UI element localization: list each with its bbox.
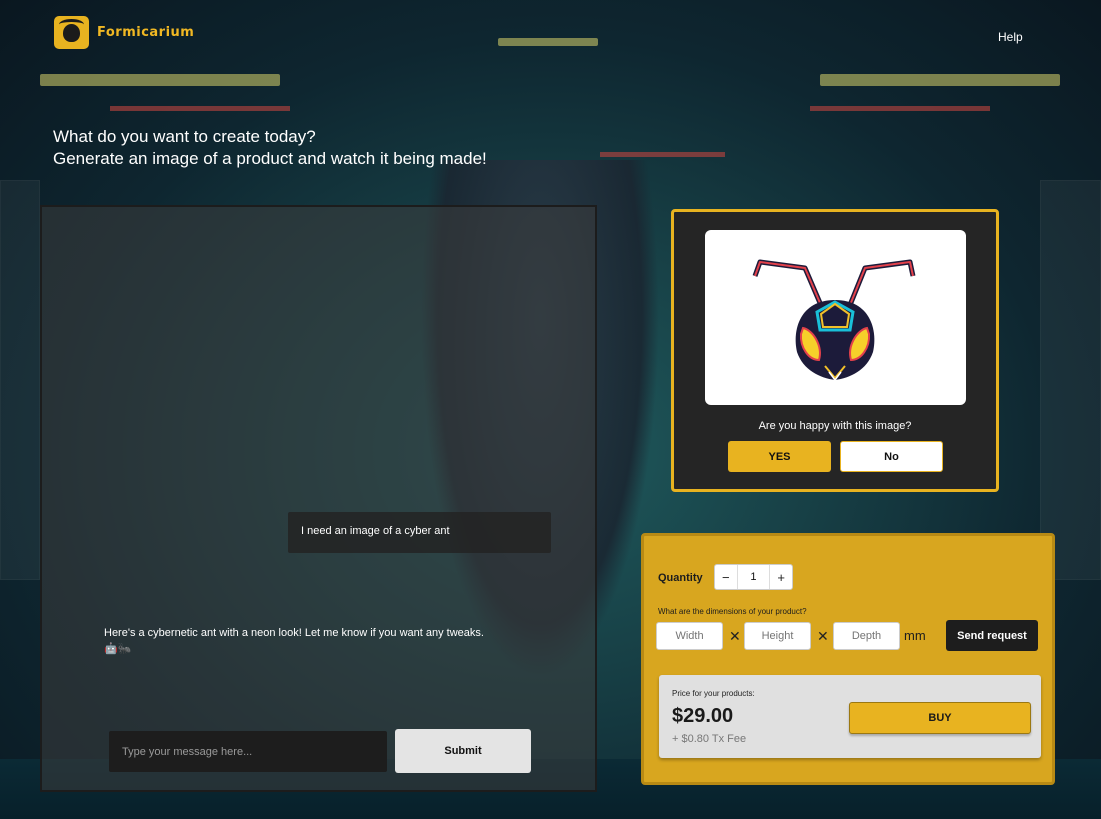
- wall-panel: [0, 180, 40, 580]
- headline-question: What do you want to create today?: [53, 127, 316, 146]
- chat-message-input[interactable]: [109, 731, 387, 772]
- price-label: Price for your products:: [672, 689, 755, 698]
- times-icon: ✕: [817, 628, 829, 644]
- approval-question: Are you happy with this image?: [758, 420, 912, 432]
- depth-input[interactable]: [833, 622, 900, 650]
- page-headline: What do you want to create today? Genera…: [53, 126, 487, 170]
- price-box: Price for your products: $29.00 + $0.80 …: [659, 675, 1041, 758]
- image-preview-card: Are you happy with this image? YES No: [671, 209, 999, 492]
- headline-subtitle: Generate an image of a product and watch…: [53, 149, 487, 168]
- ceiling-light: [40, 74, 280, 86]
- ceiling-light: [820, 74, 1060, 86]
- red-light-strip: [810, 106, 990, 111]
- order-card: Quantity − 1 + What are the dimensions o…: [641, 533, 1055, 785]
- dimensions-label: What are the dimensions of your product?: [658, 607, 807, 616]
- brand-logo[interactable]: Formicarium: [54, 16, 194, 49]
- transaction-fee: + $0.80 Tx Fee: [672, 733, 747, 745]
- no-button[interactable]: No: [840, 441, 943, 472]
- red-light-strip: [600, 152, 725, 157]
- quantity-value[interactable]: 1: [736, 565, 771, 589]
- height-input[interactable]: [744, 622, 811, 650]
- cyber-ant-image: [752, 259, 916, 382]
- ant-logo-icon: [54, 16, 89, 49]
- brand-name: Formicarium: [97, 25, 195, 40]
- times-icon: ✕: [729, 628, 741, 644]
- increment-button[interactable]: +: [770, 565, 792, 589]
- bot-message: Here's a cybernetic ant with a neon look…: [104, 627, 484, 655]
- yes-button[interactable]: YES: [728, 441, 831, 472]
- decrement-button[interactable]: −: [715, 565, 737, 589]
- send-request-button[interactable]: Send request: [946, 620, 1038, 651]
- top-bar: Formicarium Help: [0, 0, 1101, 70]
- quantity-stepper: − 1 +: [714, 564, 793, 590]
- red-light-strip: [110, 106, 290, 111]
- width-input[interactable]: [656, 622, 723, 650]
- submit-button[interactable]: Submit: [395, 729, 531, 773]
- user-message-bubble: I need an image of a cyber ant: [288, 512, 551, 553]
- wall-panel: [1040, 180, 1101, 580]
- chat-panel: I need an image of a cyber ant Here's a …: [40, 205, 597, 792]
- quantity-label: Quantity: [658, 572, 703, 584]
- buy-button[interactable]: BUY: [849, 702, 1031, 734]
- generated-image: [705, 230, 966, 405]
- unit-label: mm: [904, 628, 926, 643]
- help-link[interactable]: Help: [998, 30, 1023, 44]
- price-value: $29.00: [672, 705, 734, 727]
